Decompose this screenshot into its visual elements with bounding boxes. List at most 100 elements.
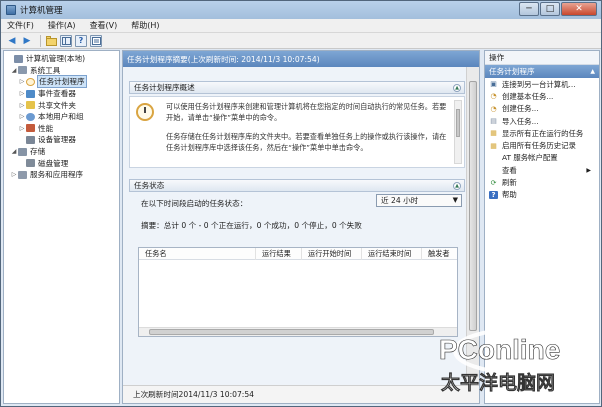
action-label: 帮助 (502, 190, 517, 200)
tree-item-system-tools[interactable]: ◢ 系统工具 (4, 65, 119, 77)
actions-section-header[interactable]: 任务计划程序 ▲ (485, 65, 599, 78)
column-header-task-name[interactable]: 任务名 (139, 247, 256, 260)
tree-item-performance[interactable]: ▷ 性能 (4, 123, 119, 135)
table-horizontal-scrollbar[interactable] (139, 327, 457, 336)
status-summary: 摘要：总计 0 个 - 0 个正在运行，0 个成功，0 个停止，0 个失败 (141, 221, 362, 230)
clock-icon (136, 103, 154, 121)
actions-title: 操作 (485, 51, 599, 65)
expand-icon[interactable]: ▷ (18, 102, 26, 109)
back-button[interactable]: ◀ (6, 35, 18, 47)
action-label: 创建任务... (502, 104, 539, 114)
action-at-service-config[interactable]: AT 服务帐户配置 (485, 152, 599, 164)
column-header-result[interactable]: 运行结果 (256, 247, 302, 260)
properties-icon[interactable] (90, 34, 102, 47)
collapse-icon[interactable]: ◢ (10, 148, 18, 155)
users-icon (26, 112, 35, 121)
column-header-triggered-by[interactable]: 触发者 (422, 248, 457, 260)
performance-icon (26, 124, 35, 133)
last-refresh-status: 上次刷新时间2014/11/3 10:07:54 (123, 385, 479, 403)
maximize-button[interactable]: □ (540, 2, 560, 16)
clock-icon (26, 77, 35, 86)
overview-box: 可以使用任务计划程序来创建和管理计算机将在您指定的时间自动执行的常见任务。若要 … (129, 96, 465, 168)
overview-text-line: 可以使用任务计划程序来创建和管理计算机将在您指定的时间自动执行的常见任务。若要 (166, 102, 447, 111)
tree-item-shared-folders[interactable]: ▷ 共享文件夹 (4, 99, 119, 111)
menu-view[interactable]: 查看(V) (90, 20, 118, 31)
menu-file[interactable]: 文件(F) (7, 20, 34, 31)
action-refresh[interactable]: ⟳ 刷新 (485, 176, 599, 188)
expand-icon[interactable]: ▷ (18, 113, 26, 120)
column-header-start-time[interactable]: 运行开始时间 (302, 247, 362, 260)
close-button[interactable]: ✕ (561, 2, 597, 16)
period-dropdown-value: 近 24 小时 (381, 196, 419, 205)
action-create-basic-task[interactable]: ◔ 创建基本任务... (485, 90, 599, 102)
overview-section-header[interactable]: 任务计划程序概述 ▲ (129, 81, 465, 94)
action-show-running-tasks[interactable]: ▦ 显示所有正在运行的任务 (485, 127, 599, 139)
tree-item-label: 共享文件夹 (38, 100, 76, 110)
tree-item-services-apps[interactable]: ▷ 服务和应用程序 (4, 169, 119, 181)
action-help[interactable]: ? 帮助 (485, 189, 599, 201)
action-import-task[interactable]: ▤ 导入任务... (485, 115, 599, 127)
show-hide-tree-icon[interactable] (60, 34, 72, 47)
period-dropdown[interactable]: 近 24 小时 ▼ (376, 194, 462, 207)
action-label: 导入任务... (502, 116, 539, 126)
tree-item-local-users[interactable]: ▷ 本地用户和组 (4, 111, 119, 123)
action-enable-history[interactable]: ▦ 启用所有任务历史记录 (485, 139, 599, 151)
center-vertical-scrollbar[interactable] (466, 67, 479, 387)
status-section-header[interactable]: 任务状态 ▲ (129, 179, 465, 192)
overview-text-line: 任务存储在任务计划程序库的文件夹中。若要查看单独任务上的操作或执行该操作，请在 (166, 132, 447, 141)
overview-scrollbar[interactable] (454, 100, 462, 164)
import-task-icon: ▤ (490, 117, 497, 126)
action-view[interactable]: 查看 ▶ (485, 164, 599, 176)
action-label: 启用所有任务历史记录 (502, 141, 576, 151)
services-icon (18, 170, 27, 179)
tree-item-device-manager[interactable]: 设备管理器 (4, 134, 119, 146)
tree-item-label: 服务和应用程序 (30, 170, 84, 180)
computer-management-icon (6, 5, 16, 15)
toolbar: ◀ ▶ ? (1, 33, 601, 49)
actions-section-title: 任务计划程序 (489, 67, 535, 76)
expand-icon[interactable]: ▷ (18, 78, 26, 85)
history-icon: ▦ (490, 141, 497, 150)
up-folder-icon[interactable] (45, 35, 57, 47)
forward-button[interactable]: ▶ (21, 35, 33, 47)
menu-help[interactable]: 帮助(H) (131, 20, 159, 31)
tree-item-task-scheduler[interactable]: ▷ 任务计划程序 (4, 75, 119, 89)
scrollbar-thumb[interactable] (469, 81, 477, 331)
action-create-task[interactable]: ◔ 创建任务... (485, 103, 599, 115)
tree-item-computer-management[interactable]: 计算机管理(本地) (4, 53, 119, 65)
window-title: 计算机管理 (20, 6, 63, 16)
action-label: 刷新 (502, 178, 517, 188)
overview-text-line: 开始，请单击“操作”菜单中的命令。 (166, 113, 282, 122)
scrollbar-thumb[interactable] (456, 109, 460, 137)
expand-icon[interactable]: ▷ (18, 90, 26, 97)
tree-item-event-viewer[interactable]: ▷ 事件查看器 (4, 88, 119, 100)
tree-item-label: 系统工具 (30, 65, 61, 75)
column-header-end-time[interactable]: 运行结束时间 (362, 247, 422, 260)
collapse-icon[interactable]: ▲ (453, 84, 461, 92)
scrollbar-thumb[interactable] (149, 329, 434, 335)
tree-item-storage[interactable]: ◢ 存储 (4, 146, 119, 158)
help-icon[interactable]: ? (75, 34, 87, 47)
status-period-label: 在以下时间段启动的任务状态： (141, 199, 248, 208)
expand-icon[interactable]: ▷ (18, 125, 26, 132)
window-controls: ─ □ ✕ (518, 2, 597, 16)
tree-item-label: 性能 (38, 123, 54, 133)
computer-icon: ▣ (490, 80, 497, 89)
tree-item-label: 存储 (30, 147, 46, 157)
action-connect-computer[interactable]: ▣ 连接到另一台计算机... (485, 78, 599, 90)
collapse-icon[interactable]: ▲ (453, 182, 461, 190)
chevron-down-icon: ▼ (452, 196, 458, 204)
action-label: 创建基本任务... (502, 91, 554, 101)
expand-icon[interactable]: ▷ (10, 171, 18, 178)
action-label: 显示所有正在运行的任务 (502, 128, 584, 138)
create-task-icon: ◔ (490, 104, 497, 113)
collapse-icon[interactable]: ▲ (590, 68, 595, 75)
event-viewer-icon (26, 89, 35, 98)
storage-icon (18, 147, 27, 156)
summary-body: 任务计划程序概述 ▲ 可以使用任务计划程序来创建和管理计算机将在您指定的时间自动… (123, 67, 467, 387)
last-refresh-text: 上次刷新时间2014/11/3 10:07:54 (133, 390, 255, 399)
minimize-button[interactable]: ─ (519, 2, 539, 16)
collapse-icon[interactable]: ◢ (10, 67, 18, 74)
tree-item-disk-management[interactable]: 磁盘管理 (4, 157, 119, 169)
menu-action[interactable]: 操作(A) (48, 20, 76, 31)
